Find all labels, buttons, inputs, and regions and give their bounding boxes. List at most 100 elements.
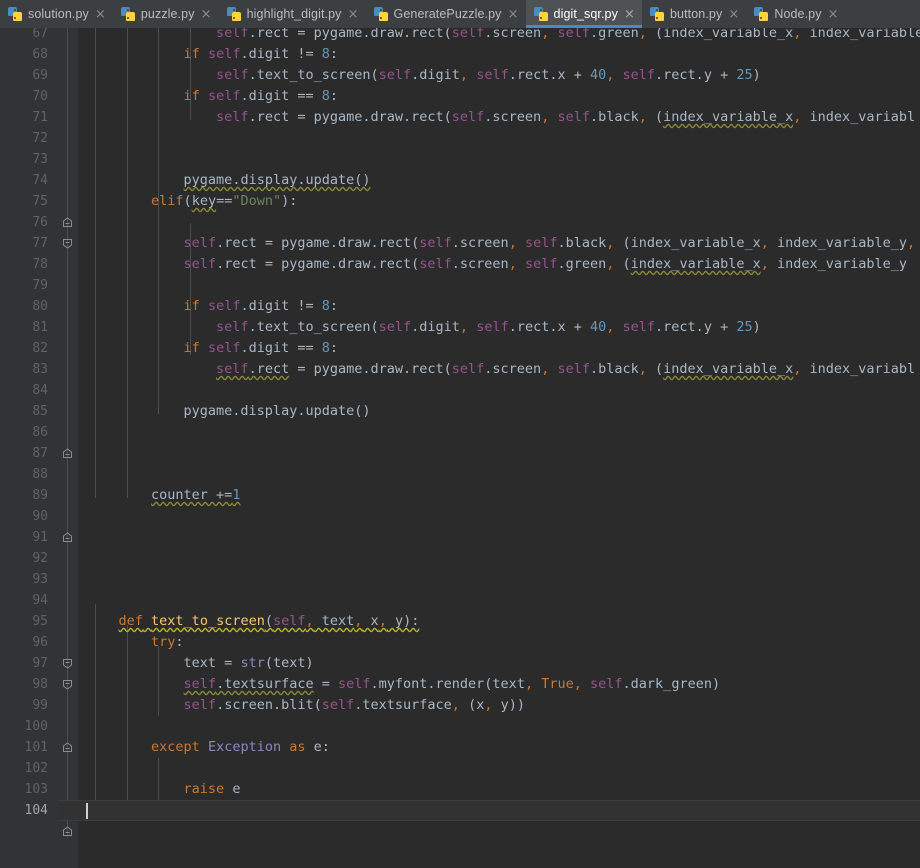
code-line[interactable]: 81 self.text_to_screen(self.digit, self.… [0, 317, 920, 338]
line-number: 86 [32, 425, 48, 440]
code-line[interactable]: 92 [0, 548, 920, 569]
code-line[interactable]: 76 [0, 212, 920, 233]
tab-digit-sqr-py[interactable]: digit_sqr.py × [525, 0, 643, 28]
close-icon[interactable]: × [728, 8, 739, 21]
code-line[interactable]: 82 if self.digit == 8: [0, 338, 920, 359]
tab-button-py[interactable]: button.py × [642, 0, 746, 28]
code-line[interactable]: 77 self.rect = pygame.draw.rect(self.scr… [0, 233, 920, 254]
close-icon[interactable]: × [828, 8, 839, 21]
code-line[interactable]: 96 try: [0, 632, 920, 690]
code-text: self.text_to_screen(self.digit, self.rec… [216, 319, 761, 335]
close-icon[interactable]: × [201, 8, 212, 21]
fold-collapse-end-icon[interactable] [62, 700, 73, 752]
fold-collapse-start-icon[interactable] [62, 196, 73, 249]
code-line[interactable]: 101 except Exception as e: [0, 737, 920, 758]
code-line[interactable]: 93 [0, 569, 920, 590]
code-line[interactable]: 87 [0, 443, 920, 464]
tab-highlight-digit-py[interactable]: highlight_digit.py × [219, 0, 366, 28]
code-line[interactable]: 68 if self.digit != 8: [0, 44, 920, 65]
python-file-icon [754, 7, 769, 21]
fold-collapse-start-icon[interactable] [62, 637, 73, 690]
close-icon[interactable]: × [624, 8, 635, 21]
code-line[interactable]: 102 [0, 758, 920, 779]
line-number: 88 [32, 467, 48, 482]
code-line[interactable]: 69 self.text_to_screen(self.digit, self.… [0, 65, 920, 86]
line-number: 99 [32, 698, 48, 713]
tab-label: digit_sqr.py [553, 7, 618, 21]
line-number: 89 [32, 488, 48, 503]
line-number: 95 [32, 614, 48, 629]
code-text: self.rect = pygame.draw.rect(self.screen… [183, 256, 908, 272]
close-icon[interactable]: × [508, 8, 519, 21]
fold-collapse-end-icon[interactable] [62, 406, 73, 458]
python-file-icon [533, 7, 548, 21]
line-number: 77 [32, 236, 48, 251]
tab-generatepuzzle-py[interactable]: GeneratePuzzle.py × [366, 0, 526, 28]
code-line[interactable]: 100 [0, 716, 920, 737]
code-line[interactable]: 72 [0, 128, 920, 149]
line-number: 80 [32, 299, 48, 314]
code-line[interactable]: 74 pygame.display.update() [0, 170, 920, 227]
code-line[interactable]: 91 [0, 527, 920, 548]
code-text: if self.digit != 8: [183, 46, 339, 62]
tab-label: button.py [669, 7, 723, 21]
code-editor[interactable]: 67 self.rect = pygame.draw.rect(self.scr… [0, 28, 920, 868]
code-line[interactable]: 79 [0, 275, 920, 296]
code-line[interactable]: 86 [0, 422, 920, 443]
code-line[interactable]: 84 [0, 380, 920, 401]
tab-label: puzzle.py [140, 7, 195, 21]
fold-collapse-end-icon[interactable] [62, 490, 73, 542]
line-number: 104 [24, 803, 48, 818]
code-line-current[interactable]: 104 [0, 800, 920, 821]
code-line[interactable]: 98 self.textsurface = self.myfont.render… [0, 674, 920, 695]
code-text: counter +=1 [151, 487, 241, 503]
code-line[interactable]: 88 [0, 464, 920, 485]
python-file-icon [226, 7, 241, 21]
tab-solution-py[interactable]: solution.py × [0, 0, 113, 28]
close-icon[interactable]: × [348, 8, 359, 21]
code-line[interactable]: 89 counter +=1 [0, 485, 920, 542]
fold-collapse-end-icon[interactable] [62, 784, 73, 836]
code-text: try: [151, 634, 184, 650]
code-line[interactable]: 78 self.rect = pygame.draw.rect(self.scr… [0, 254, 920, 275]
fold-collapse-end-icon[interactable] [62, 175, 73, 227]
tab-puzzle-py[interactable]: puzzle.py × [113, 0, 219, 28]
code-line[interactable]: 80 if self.digit != 8: [0, 296, 920, 317]
code-line[interactable]: 73 [0, 149, 920, 170]
line-number: 73 [32, 152, 48, 167]
code-line[interactable]: 95 def text_to_screen(self, text, x, y): [0, 611, 920, 669]
python-file-icon [373, 7, 388, 21]
line-number: 91 [32, 530, 48, 545]
line-number: 101 [24, 740, 48, 755]
code-text: self.screen.blit(self.textsurface, (x, y… [183, 697, 525, 713]
code-line[interactable]: 83 self.rect = pygame.draw.rect(self.scr… [0, 359, 920, 380]
code-line[interactable]: 103 raise e [0, 779, 920, 836]
code-line[interactable]: 97 text = str(text) [0, 653, 920, 674]
text-caret [86, 803, 88, 819]
code-line[interactable]: 85 pygame.display.update() [0, 401, 920, 458]
line-number: 74 [32, 173, 48, 188]
code-text: self.rect = pygame.draw.rect(self.screen… [183, 235, 916, 251]
python-file-icon [649, 7, 664, 21]
editor-tab-bar: solution.py × puzzle.py × highlight_digi… [0, 0, 920, 28]
line-number: 78 [32, 257, 48, 272]
code-line[interactable]: 90 [0, 506, 920, 527]
line-number: 92 [32, 551, 48, 566]
close-icon[interactable]: × [95, 8, 106, 21]
line-number: 90 [32, 509, 48, 524]
fold-collapse-start-icon[interactable] [62, 616, 73, 669]
code-line[interactable]: 94 [0, 590, 920, 611]
line-number: 72 [32, 131, 48, 146]
line-number: 93 [32, 572, 48, 587]
code-line[interactable]: 99 self.screen.blit(self.textsurface, (x… [0, 695, 920, 752]
line-number: 81 [32, 320, 48, 335]
tab-node-py[interactable]: Node.py × [746, 0, 845, 28]
code-line[interactable]: 70 if self.digit == 8: [0, 86, 920, 107]
code-line[interactable]: 67 self.rect = pygame.draw.rect(self.scr… [0, 28, 920, 44]
code-text: elif(key=="Down"): [151, 193, 298, 209]
line-number: 98 [32, 677, 48, 692]
code-line[interactable]: 71 self.rect = pygame.draw.rect(self.scr… [0, 107, 920, 128]
line-number: 76 [32, 215, 48, 230]
line-number: 75 [32, 194, 48, 209]
code-line[interactable]: 75 elif(key=="Down"): [0, 191, 920, 249]
